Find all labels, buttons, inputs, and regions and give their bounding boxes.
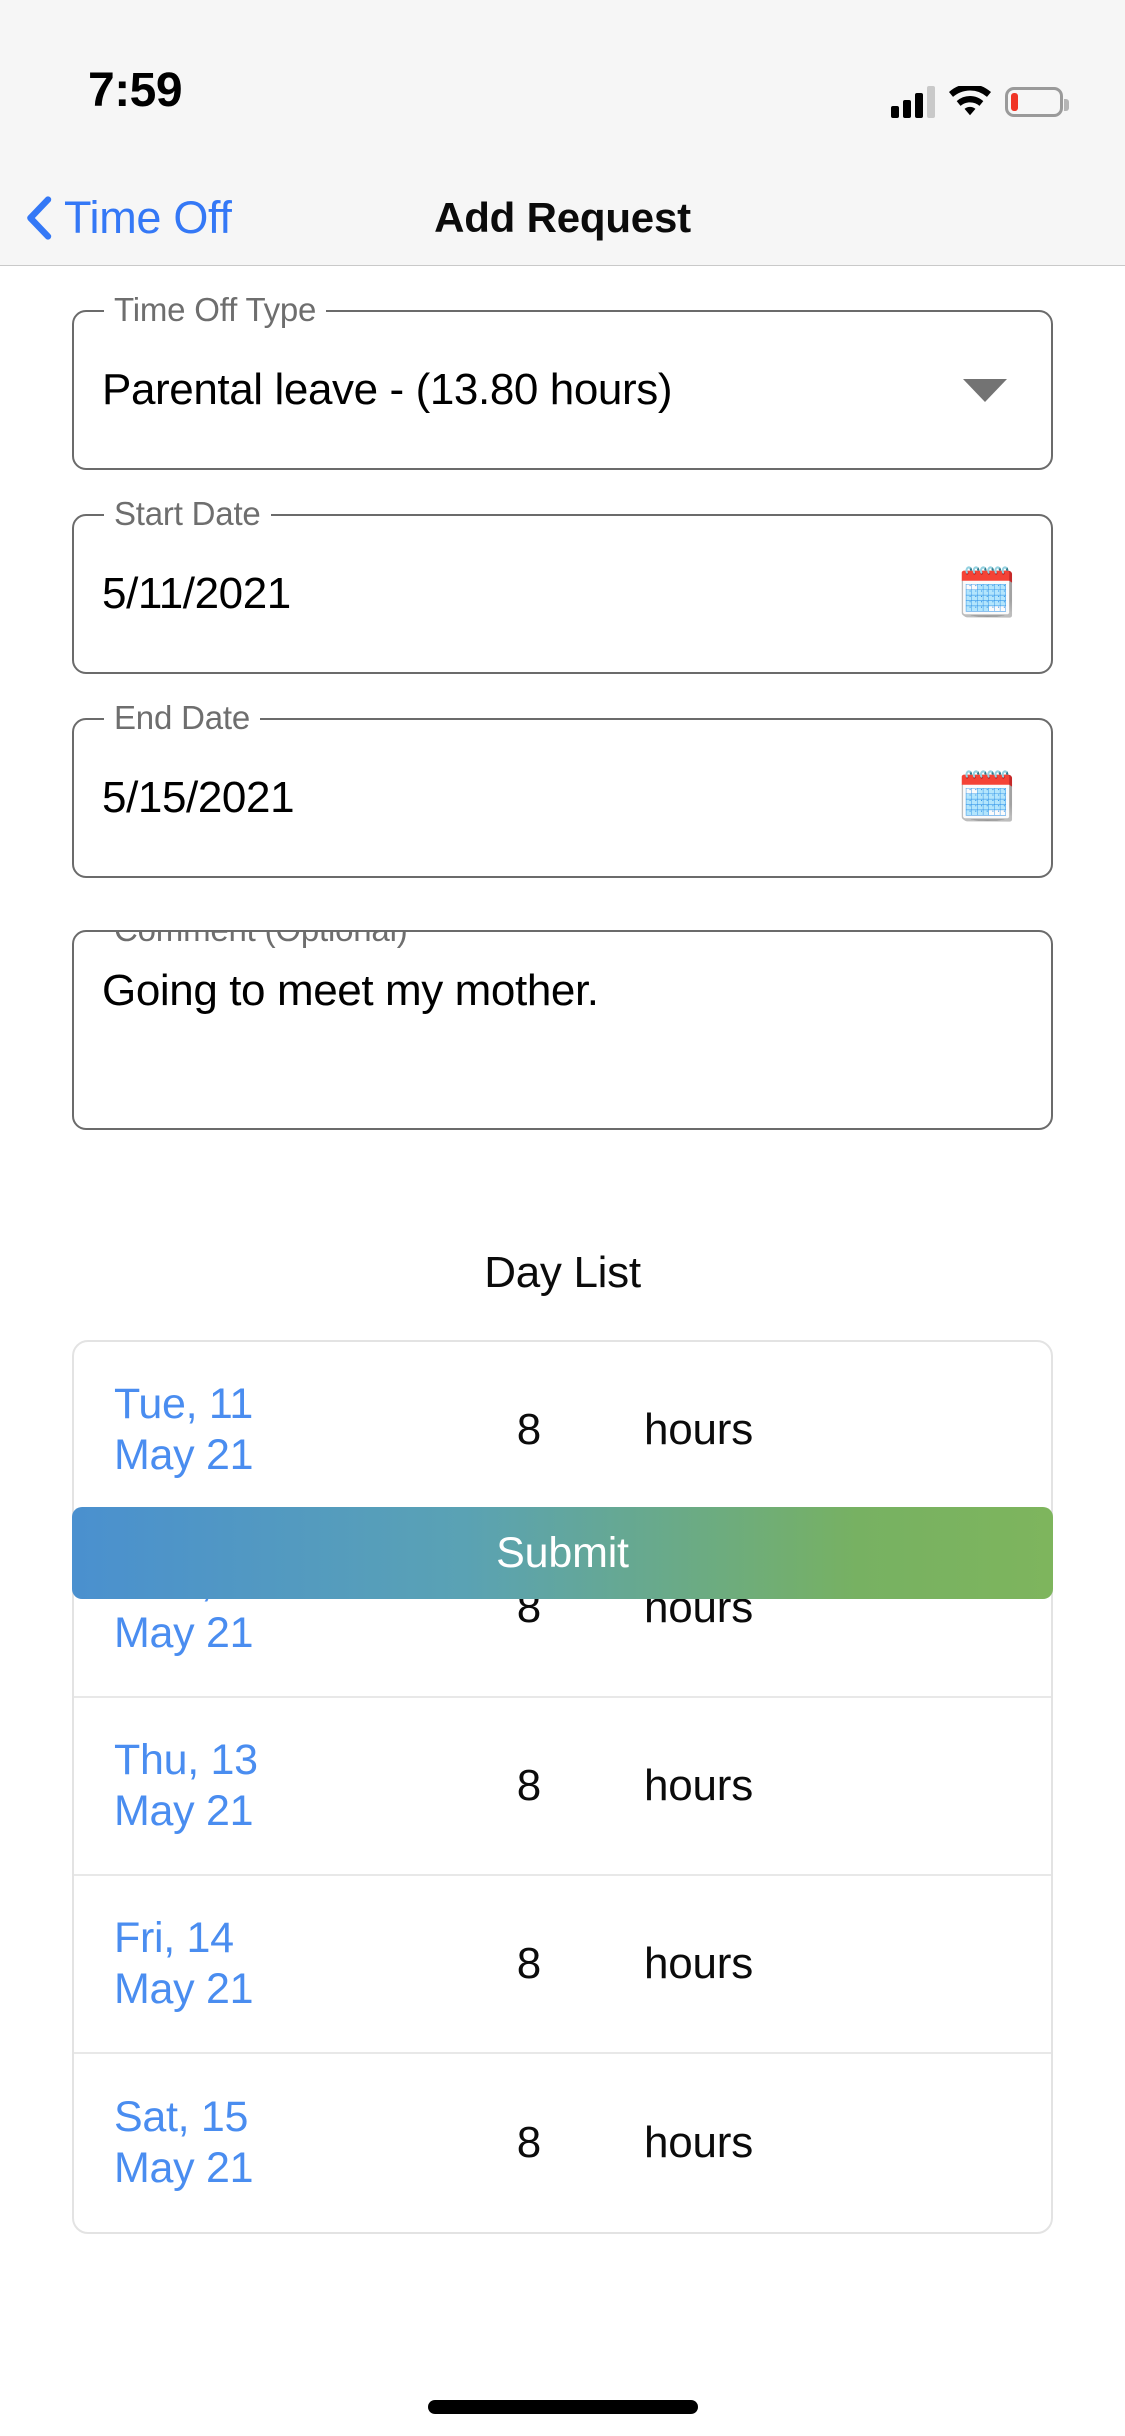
day-hours-unit: hours bbox=[644, 1761, 754, 1810]
table-row[interactable]: Fri, 14 May 21 8 hours bbox=[74, 1876, 1051, 2054]
day-hours-value: 8 bbox=[516, 1939, 542, 1988]
day-date-line2: May 21 bbox=[114, 2144, 254, 2192]
battery-low-icon bbox=[1005, 87, 1069, 117]
time-off-type-value: Parental leave - (13.80 hours) bbox=[102, 365, 673, 414]
day-date-line2: May 21 bbox=[114, 1609, 254, 1657]
day-hours-unit: hours bbox=[644, 2118, 754, 2167]
chevron-left-icon bbox=[27, 195, 52, 240]
wifi-icon bbox=[949, 86, 991, 116]
back-button-label: Time Off bbox=[64, 191, 232, 243]
day-date: Fri, 14 May 21 bbox=[114, 1913, 414, 2014]
cellular-signal-icon bbox=[891, 86, 935, 118]
start-date-field[interactable]: Start Date 5/11/2021 🗓️ bbox=[72, 495, 1053, 674]
calendar-icon[interactable]: 🗓️ bbox=[957, 774, 1017, 822]
day-date-line1: Fri, 14 bbox=[114, 1914, 234, 1963]
day-list-title: Day List bbox=[484, 1248, 641, 1297]
start-date-value: 5/11/2021 bbox=[102, 569, 291, 618]
day-date-line1: Tue, 11 bbox=[114, 1380, 253, 1429]
day-date-line2: May 21 bbox=[114, 1965, 254, 2013]
navigation-bar: Time Off Add Request bbox=[0, 170, 1125, 266]
day-hours-value: 8 bbox=[516, 1761, 542, 1810]
day-list-card: Tue, 11 May 21 8 hours Wed, 12 May 21 8 … bbox=[72, 1340, 1053, 2234]
app-screen: 7:59 Time Off Add Request Time Off Type … bbox=[0, 0, 1125, 2436]
day-hours-value: 8 bbox=[516, 1405, 542, 1454]
submit-button[interactable]: Submit bbox=[72, 1507, 1053, 1599]
time-off-type-label: Time Off Type bbox=[104, 291, 327, 329]
calendar-icon[interactable]: 🗓️ bbox=[957, 570, 1017, 618]
comment-value: Going to meet my mother. bbox=[102, 966, 599, 1015]
day-hours-unit: hours bbox=[644, 1405, 754, 1454]
day-date-line2: May 21 bbox=[114, 1431, 254, 1479]
day-date: Tue, 11 May 21 bbox=[114, 1379, 414, 1480]
end-date-label: End Date bbox=[104, 699, 260, 737]
comment-label: Comment (Optional) bbox=[104, 932, 418, 949]
status-bar-time: 7:59 bbox=[88, 64, 183, 117]
day-date: Sat, 15 May 21 bbox=[114, 2092, 414, 2193]
comment-field[interactable]: Comment (Optional) Going to meet my moth… bbox=[72, 930, 1053, 1130]
end-date-value: 5/15/2021 bbox=[102, 773, 295, 822]
day-date-line1: Sat, 15 bbox=[114, 2093, 249, 2142]
home-indicator[interactable] bbox=[427, 2400, 698, 2414]
day-date-line1: Thu, 13 bbox=[114, 1736, 258, 1785]
day-hours-value: 8 bbox=[516, 2118, 542, 2167]
form-content: Time Off Type Parental leave - (13.80 ho… bbox=[0, 266, 1125, 2436]
table-row[interactable]: Sat, 15 May 21 8 hours bbox=[74, 2054, 1051, 2232]
end-date-field[interactable]: End Date 5/15/2021 🗓️ bbox=[72, 699, 1053, 878]
time-off-type-field[interactable]: Time Off Type Parental leave - (13.80 ho… bbox=[72, 291, 1053, 470]
table-row[interactable]: Tue, 11 May 21 8 hours bbox=[74, 1342, 1051, 1520]
day-date-line2: May 21 bbox=[114, 1787, 254, 1835]
back-button[interactable]: Time Off bbox=[0, 192, 232, 244]
table-row[interactable]: Thu, 13 May 21 8 hours bbox=[74, 1698, 1051, 1876]
start-date-label: Start Date bbox=[104, 495, 271, 533]
status-bar-icons bbox=[891, 86, 1069, 118]
chevron-down-icon[interactable] bbox=[963, 378, 1007, 402]
day-date: Thu, 13 May 21 bbox=[114, 1735, 414, 1836]
day-hours-unit: hours bbox=[644, 1939, 754, 1988]
status-bar: 7:59 bbox=[0, 0, 1125, 170]
